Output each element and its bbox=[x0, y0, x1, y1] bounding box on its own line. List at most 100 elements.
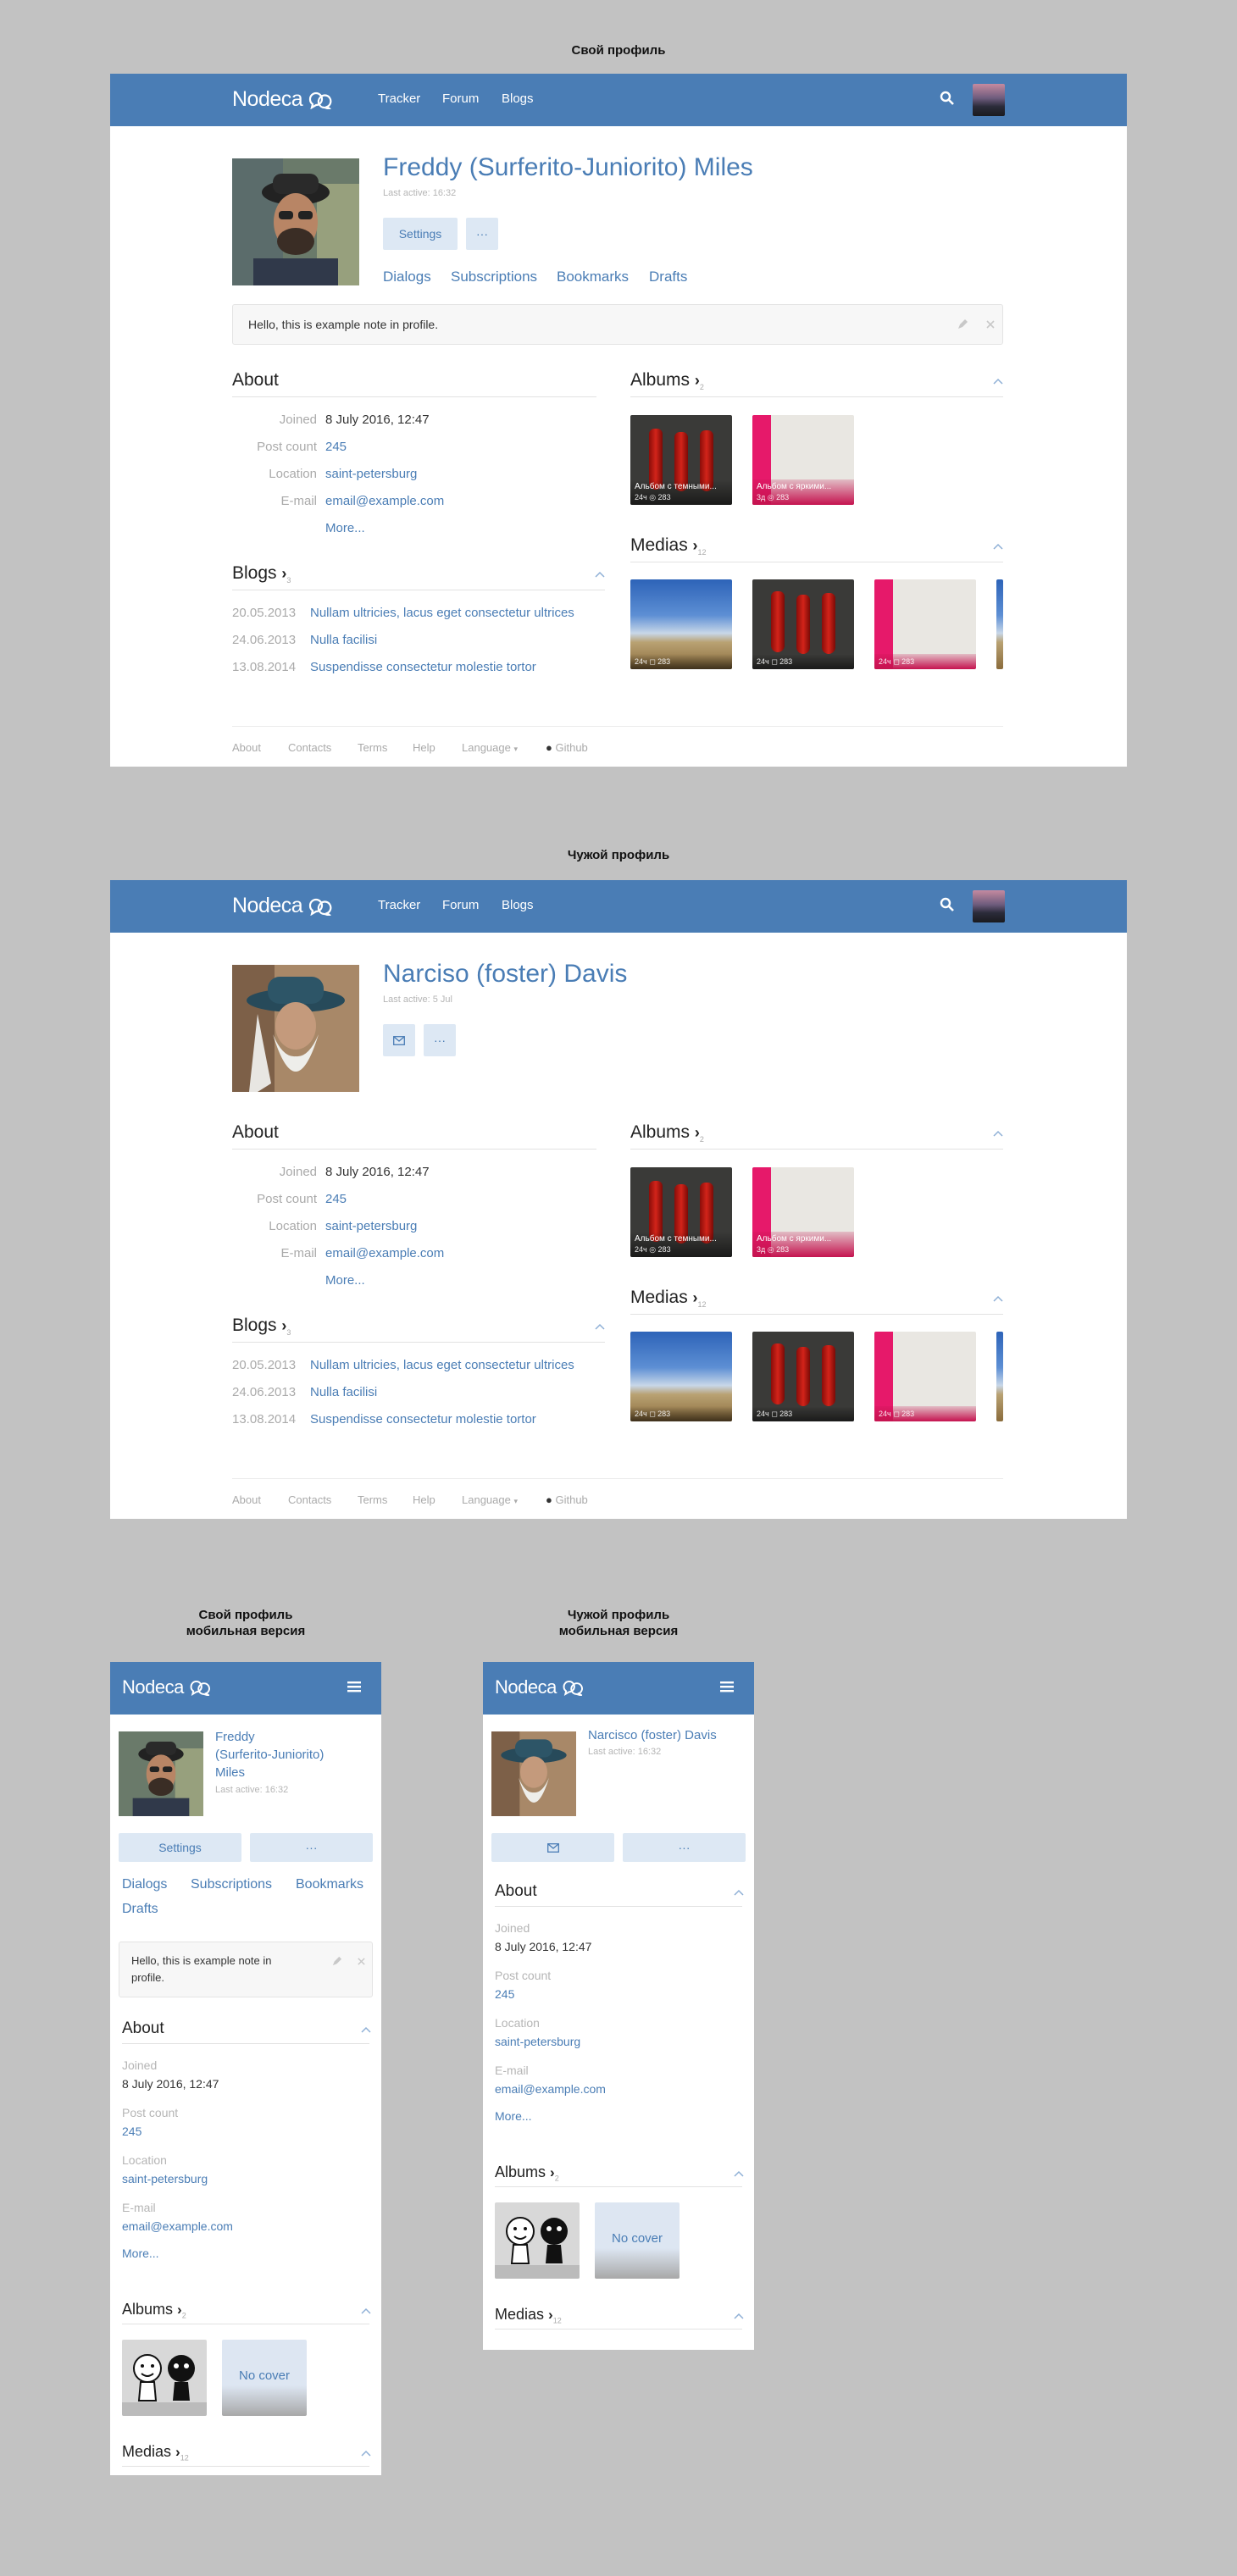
collapse-icon[interactable] bbox=[993, 1295, 1003, 1302]
settings-button[interactable]: Settings bbox=[119, 1833, 241, 1862]
blogs-title[interactable]: Blogs ›3 bbox=[232, 1316, 291, 1337]
blog-link[interactable]: Suspendisse consectetur molestie tortor bbox=[310, 1412, 536, 1426]
media-thumb[interactable]: 24ч ◻ 283 bbox=[874, 1332, 976, 1421]
blog-link[interactable]: Nulla facilisi bbox=[310, 1385, 377, 1399]
menu-icon[interactable] bbox=[720, 1681, 734, 1692]
collapse-icon[interactable] bbox=[595, 571, 605, 578]
tab-bookmarks[interactable]: Bookmarks bbox=[557, 269, 629, 285]
albums-title[interactable]: Albums ›2 bbox=[122, 2301, 186, 2320]
tab-subscriptions[interactable]: Subscriptions bbox=[191, 1877, 272, 1892]
album-thumb[interactable] bbox=[122, 2340, 207, 2416]
footer-about[interactable]: About bbox=[232, 741, 261, 754]
about-value-email[interactable]: email@example.com bbox=[325, 1246, 444, 1260]
close-icon[interactable] bbox=[985, 319, 996, 330]
footer-about[interactable]: About bbox=[232, 1493, 261, 1506]
medias-title[interactable]: Medias ›12 bbox=[122, 2443, 189, 2462]
about-more-link[interactable]: More... bbox=[325, 1273, 365, 1288]
albums-title[interactable]: Albums ›2 bbox=[495, 2163, 559, 2183]
tab-drafts[interactable]: Drafts bbox=[122, 1902, 158, 1917]
album-thumb[interactable]: Альбом с темными... 24ч ◎ 283 bbox=[630, 1167, 732, 1257]
about-more-link[interactable]: More... bbox=[325, 521, 365, 535]
media-thumb[interactable]: 24ч ◻ 283 bbox=[752, 579, 854, 669]
user-avatar-menu[interactable] bbox=[973, 890, 1005, 922]
tab-dialogs[interactable]: Dialogs bbox=[383, 269, 431, 285]
nav-blogs[interactable]: Blogs bbox=[502, 898, 534, 912]
about-more-link[interactable]: More... bbox=[495, 2109, 532, 2123]
tab-subscriptions[interactable]: Subscriptions bbox=[451, 269, 537, 285]
collapse-icon[interactable] bbox=[734, 2313, 744, 2319]
collapse-icon[interactable] bbox=[993, 1130, 1003, 1137]
blog-link[interactable]: Nullam ultricies, lacus eget consectetur… bbox=[310, 606, 574, 620]
medias-title[interactable]: Medias ›12 bbox=[630, 1288, 707, 1309]
search-icon[interactable] bbox=[940, 897, 955, 912]
more-actions-button[interactable]: ··· bbox=[623, 1833, 746, 1862]
tab-dialogs[interactable]: Dialogs bbox=[122, 1877, 167, 1892]
blog-link[interactable]: Nullam ultricies, lacus eget consectetur… bbox=[310, 1358, 574, 1372]
about-value-location[interactable]: saint-petersburg bbox=[122, 2172, 208, 2185]
album-thumb[interactable]: Альбом с темными... 24ч ◎ 283 bbox=[630, 415, 732, 505]
edit-icon[interactable] bbox=[331, 1956, 342, 1967]
collapse-icon[interactable] bbox=[595, 1323, 605, 1330]
footer-github[interactable]: ● Github bbox=[546, 741, 588, 754]
footer-language[interactable]: Language ▾ bbox=[462, 1493, 518, 1506]
search-icon[interactable] bbox=[940, 91, 955, 106]
collapse-icon[interactable] bbox=[734, 1889, 744, 1896]
about-value-post-count[interactable]: 245 bbox=[122, 2125, 141, 2138]
album-thumb[interactable]: Альбом с яркими... 3д ◎ 283 bbox=[752, 1167, 854, 1257]
album-thumb[interactable] bbox=[495, 2202, 580, 2279]
album-thumb-no-cover[interactable]: No cover bbox=[222, 2340, 307, 2416]
more-actions-button[interactable]: ··· bbox=[250, 1833, 373, 1862]
close-icon[interactable] bbox=[357, 1957, 366, 1966]
about-value-email[interactable]: email@example.com bbox=[325, 494, 444, 508]
nav-blogs[interactable]: Blogs bbox=[502, 91, 534, 106]
menu-icon[interactable] bbox=[347, 1681, 361, 1692]
edit-icon[interactable] bbox=[957, 319, 968, 330]
message-button[interactable] bbox=[383, 1024, 415, 1056]
collapse-icon[interactable] bbox=[361, 2307, 371, 2314]
collapse-icon[interactable] bbox=[993, 378, 1003, 385]
medias-title[interactable]: Medias ›12 bbox=[495, 2306, 562, 2325]
logo[interactable]: Nodeca bbox=[495, 1676, 586, 1698]
footer-github[interactable]: ● Github bbox=[546, 1493, 588, 1506]
about-value-post-count[interactable]: 245 bbox=[325, 1192, 347, 1206]
collapse-icon[interactable] bbox=[361, 2450, 371, 2457]
tab-bookmarks[interactable]: Bookmarks bbox=[296, 1877, 363, 1892]
logo[interactable]: Nodeca bbox=[232, 87, 336, 112]
blog-link[interactable]: Suspendisse consectetur molestie tortor bbox=[310, 660, 536, 674]
collapse-icon[interactable] bbox=[734, 2170, 744, 2177]
media-thumb[interactable]: 24ч ◻ 283 bbox=[874, 579, 976, 669]
footer-contacts[interactable]: Contacts bbox=[288, 741, 331, 754]
nav-forum[interactable]: Forum bbox=[442, 898, 479, 912]
albums-title[interactable]: Albums ›2 bbox=[630, 370, 704, 391]
blog-link[interactable]: Nulla facilisi bbox=[310, 633, 377, 647]
nav-tracker[interactable]: Tracker bbox=[378, 91, 420, 106]
media-thumb[interactable]: 24ч ◻ 283 bbox=[630, 1332, 732, 1421]
medias-title[interactable]: Medias ›12 bbox=[630, 535, 707, 557]
collapse-icon[interactable] bbox=[361, 2026, 371, 2033]
nav-forum[interactable]: Forum bbox=[442, 91, 479, 106]
message-button[interactable] bbox=[491, 1833, 614, 1862]
media-thumb[interactable]: 24ч ◻ 283 bbox=[752, 1332, 854, 1421]
about-value-post-count[interactable]: 245 bbox=[325, 440, 347, 454]
footer-terms[interactable]: Terms bbox=[358, 1493, 387, 1506]
about-more-link[interactable]: More... bbox=[122, 2246, 159, 2260]
about-value-post-count[interactable]: 245 bbox=[495, 1987, 514, 2001]
about-value-location[interactable]: saint-petersburg bbox=[325, 467, 417, 481]
footer-language[interactable]: Language ▾ bbox=[462, 741, 518, 754]
more-actions-button[interactable]: ··· bbox=[466, 218, 498, 250]
more-actions-button[interactable]: ··· bbox=[424, 1024, 456, 1056]
about-value-email[interactable]: email@example.com bbox=[495, 2082, 606, 2096]
tab-drafts[interactable]: Drafts bbox=[649, 269, 687, 285]
footer-terms[interactable]: Terms bbox=[358, 741, 387, 754]
settings-button[interactable]: Settings bbox=[383, 218, 458, 250]
collapse-icon[interactable] bbox=[993, 543, 1003, 550]
footer-contacts[interactable]: Contacts bbox=[288, 1493, 331, 1506]
about-value-location[interactable]: saint-petersburg bbox=[495, 2035, 580, 2048]
nav-tracker[interactable]: Tracker bbox=[378, 898, 420, 912]
media-thumb-partial[interactable] bbox=[996, 579, 1003, 669]
footer-help[interactable]: Help bbox=[413, 1493, 435, 1506]
footer-help[interactable]: Help bbox=[413, 741, 435, 754]
album-thumb-no-cover[interactable]: No cover bbox=[595, 2202, 680, 2279]
albums-title[interactable]: Albums ›2 bbox=[630, 1122, 704, 1144]
user-avatar-menu[interactable] bbox=[973, 84, 1005, 116]
